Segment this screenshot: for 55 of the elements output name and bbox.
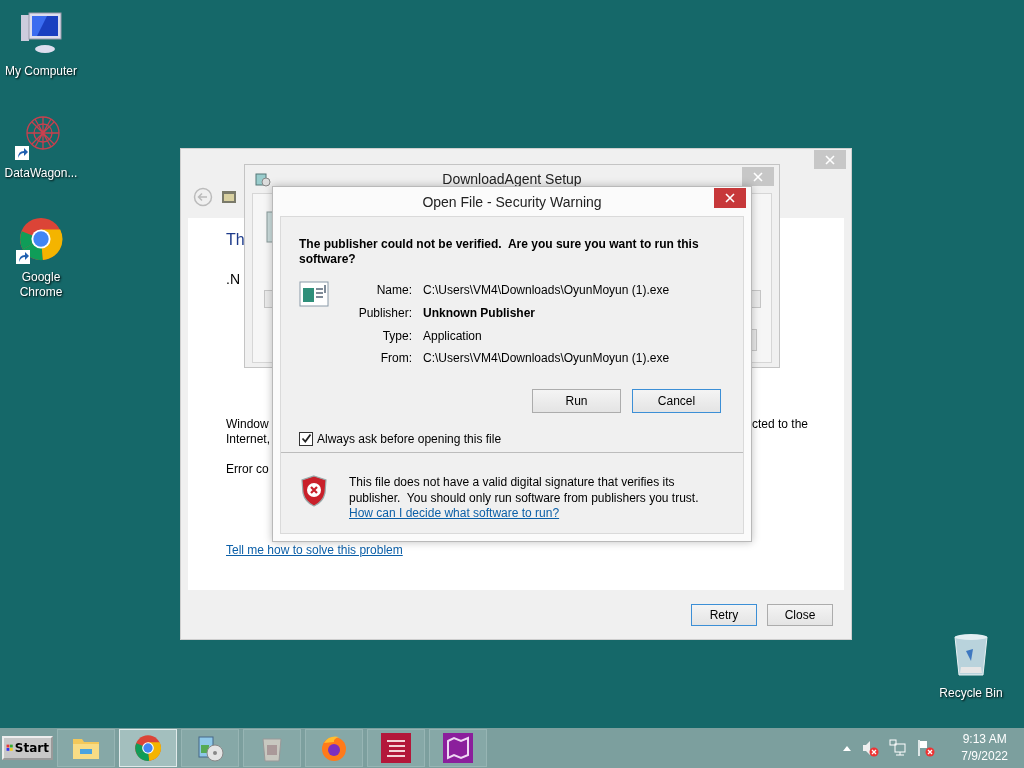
- checkbox[interactable]: [299, 431, 313, 446]
- application-icon: [299, 281, 329, 307]
- dialog-button[interactable]: Run: [532, 388, 621, 413]
- field-label: Name:: [375, 283, 412, 298]
- body-text: Internet,: [226, 432, 271, 447]
- speaker-muted-icon[interactable]: [861, 739, 880, 757]
- field-label: From:: [379, 351, 412, 366]
- field-value: C:\Users\VM4\Downloads\OyunMoyun (1).exe: [423, 351, 671, 366]
- close-icon: [753, 171, 763, 182]
- checkbox-label[interactable]: Always ask before opening this file: [317, 431, 502, 446]
- chrome-icon: [18, 216, 64, 262]
- window-title: DownloadAgent Setup: [442, 171, 582, 187]
- taskbar-button[interactable]: [305, 729, 363, 767]
- help-link[interactable]: Tell me how to solve this problem: [226, 543, 403, 558]
- recycle-bin-icon[interactable]: [951, 631, 991, 679]
- shortcut-arrow-icon: [15, 146, 29, 160]
- window-icon: [221, 189, 237, 205]
- field-label: Publisher:: [357, 306, 412, 321]
- dialog-button[interactable]: Close: [767, 603, 833, 626]
- dialog-button[interactable]: Retry: [691, 603, 757, 626]
- close-icon: [725, 193, 735, 203]
- lines-icon: [381, 733, 411, 763]
- icon-label[interactable]: My Computer: [5, 64, 77, 79]
- window-title: Open File - Security Warning: [422, 193, 602, 210]
- installer-icon: [255, 171, 271, 187]
- body-text: .N: [226, 271, 240, 287]
- warning-heading: The publisher could not be verified. Are you sure you want to run this software?: [299, 237, 700, 267]
- map-icon: [443, 733, 473, 763]
- taskbar-button[interactable]: [181, 729, 239, 767]
- field-value: C:\Users\VM4\Downloads\OyunMoyun (1).exe: [423, 283, 671, 298]
- heading-text: Th: [226, 230, 245, 250]
- close-button[interactable]: [714, 188, 746, 208]
- help-link[interactable]: How can I decide what software to run?: [349, 506, 560, 521]
- close-icon: [825, 154, 835, 165]
- installer-icon: [195, 733, 225, 763]
- field-label: Type:: [381, 328, 412, 343]
- chrome-icon: [134, 734, 162, 762]
- icon-label[interactable]: Google Chrome: [0, 270, 82, 300]
- icon-label[interactable]: DataWagon...: [4, 166, 78, 181]
- taskbar-button[interactable]: [367, 729, 425, 767]
- shortcut-arrow-icon: [16, 250, 30, 264]
- icon-label[interactable]: Recycle Bin: [939, 686, 1003, 701]
- flag-icon[interactable]: [917, 739, 936, 757]
- body-text: cted to the: [751, 417, 808, 433]
- error-text: Error co: [226, 462, 269, 477]
- warning-text: This file does not have a valid digital signature that verifies its publisher. You should only run software from publishers you trust.: [349, 475, 700, 506]
- dialog-button[interactable]: Cancel: [632, 388, 721, 413]
- field-value: Application: [423, 328, 483, 343]
- network-icon[interactable]: [889, 739, 908, 757]
- start-button[interactable]: Start: [2, 736, 53, 760]
- body-text: Window: [226, 417, 270, 432]
- taskbar-button[interactable]: [429, 729, 487, 767]
- chevron-up-icon[interactable]: [843, 745, 852, 751]
- shield-error-icon: [301, 475, 327, 507]
- field-value: Unknown Publisher: [423, 306, 536, 321]
